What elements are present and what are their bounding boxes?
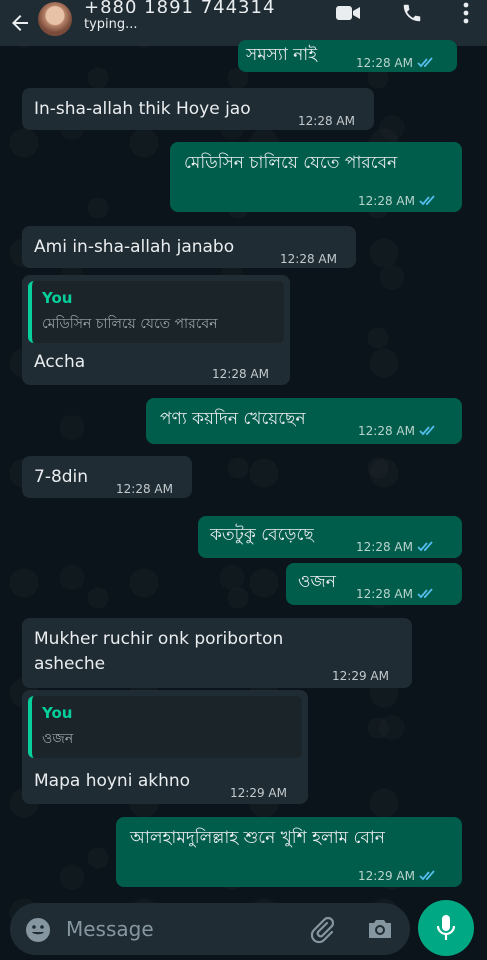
message-time: 12:28 AM — [212, 367, 269, 381]
message-outgoing[interactable]: মেডিসিন চালিয়ে যেতে পারবেন 12:28 AM — [170, 142, 462, 212]
contact-info[interactable]: +880 1891 744314 typing... — [84, 0, 275, 32]
message-text: পণ্য কয়দিন খেয়েছেন — [160, 409, 306, 429]
more-vert-icon[interactable] — [463, 2, 469, 24]
quote-author: You — [42, 289, 73, 307]
quoted-message[interactable]: You ওজন — [28, 696, 302, 758]
message-incoming[interactable]: Mukher ruchir onk poriborton asheche 12:… — [22, 618, 412, 688]
message-text: In-sha-allah thik Hoye jao — [34, 99, 251, 119]
double-check-icon — [417, 57, 433, 68]
message-time: 12:28 AM — [356, 52, 435, 74]
message-time: 12:28 AM — [298, 114, 355, 128]
message-incoming-reply[interactable]: You মেডিসিন চালিয়ে যেতে পারবেন Accha 12… — [22, 275, 290, 385]
message-text: ওজন — [298, 572, 336, 592]
microphone-icon — [436, 915, 456, 940]
quote-text: মেডিসিন চালিয়ে যেতে পারবেন — [42, 316, 218, 332]
message-time: 12:28 AM — [358, 420, 437, 442]
message-text: Mapa hoyni akhno — [34, 771, 191, 791]
message-time: 12:28 AM — [280, 252, 337, 266]
paperclip-icon[interactable] — [308, 916, 336, 948]
message-time: 12:28 AM — [356, 583, 435, 605]
double-check-icon — [419, 425, 435, 436]
message-time: 12:28 AM — [116, 482, 173, 496]
video-call-icon[interactable] — [335, 3, 361, 23]
phone-icon[interactable] — [401, 2, 423, 24]
avatar[interactable] — [38, 2, 72, 36]
message-text-line: asheche — [34, 654, 106, 674]
double-check-icon — [419, 195, 435, 206]
quote-text: ওজন — [42, 731, 74, 747]
message-text: 7-8din — [34, 467, 89, 487]
message-text: Ami in-sha-allah janabo — [34, 237, 235, 257]
emoji-icon[interactable] — [24, 916, 52, 948]
camera-icon[interactable] — [366, 916, 394, 946]
quoted-message[interactable]: You মেডিসিন চালিয়ে যেতে পারবেন — [28, 281, 284, 343]
message-text: Accha — [34, 352, 86, 372]
quote-author: You — [42, 704, 73, 722]
message-outgoing[interactable]: ওজন 12:28 AM — [286, 563, 462, 605]
double-check-icon — [419, 870, 435, 881]
message-time: 12:29 AM — [230, 786, 287, 800]
message-incoming-reply[interactable]: You ওজন Mapa hoyni akhno 12:29 AM — [22, 690, 308, 804]
message-text: মেডিসিন চালিয়ে যেতে পারবেন — [184, 153, 398, 173]
message-outgoing[interactable]: আলহামদুলিল্লাহ শুনে খুশি হলাম বোন 12:29 … — [116, 817, 462, 887]
message-time: 12:29 AM — [358, 865, 437, 887]
message-text-line: Mukher ruchir onk poriborton — [34, 629, 284, 649]
message-time: 12:29 AM — [332, 669, 389, 683]
message-text: আলহামদুলিল্লাহ শুনে খুশি হলাম বোন — [130, 828, 385, 848]
contact-status: typing... — [84, 16, 138, 32]
double-check-icon — [417, 541, 433, 552]
arrow-left-icon[interactable] — [6, 6, 34, 40]
message-incoming[interactable]: 7-8din 12:28 AM — [22, 456, 192, 498]
contact-name: +880 1891 744314 — [84, 0, 276, 13]
message-outgoing[interactable]: সমস্যা নাই 12:28 AM — [238, 40, 457, 72]
message-outgoing[interactable]: পণ্য কয়দিন খেয়েছেন 12:28 AM — [146, 398, 462, 444]
message-composer[interactable]: Message — [10, 903, 410, 955]
message-incoming[interactable]: In-sha-allah thik Hoye jao 12:28 AM — [22, 88, 374, 130]
message-input[interactable]: Message — [66, 917, 154, 941]
message-text: কতটুকু বেড়েছে — [210, 525, 314, 545]
mic-button[interactable] — [418, 900, 474, 956]
double-check-icon — [417, 588, 433, 599]
message-time: 12:28 AM — [358, 190, 437, 212]
message-text: সমস্যা নাই — [246, 45, 318, 65]
message-outgoing[interactable]: কতটুকু বেড়েছে 12:28 AM — [198, 516, 462, 558]
message-time: 12:28 AM — [356, 536, 435, 558]
message-incoming[interactable]: Ami in-sha-allah janabo 12:28 AM — [22, 226, 356, 268]
